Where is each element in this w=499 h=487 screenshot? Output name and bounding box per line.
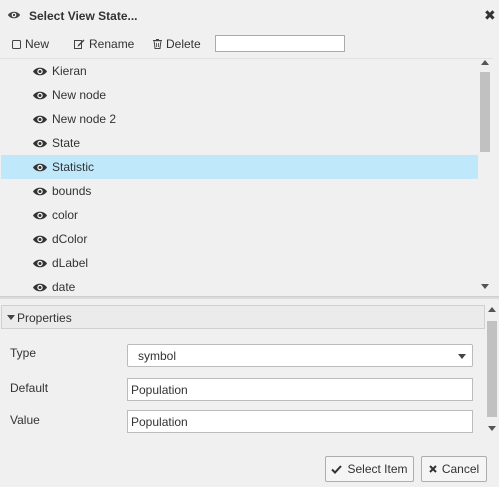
type-label: Type — [10, 346, 37, 360]
eye-icon — [33, 91, 47, 100]
search-input[interactable] — [220, 36, 366, 51]
list-item[interactable]: Statistic — [1, 155, 478, 179]
dialog-title: Select View State... — [29, 9, 138, 23]
eye-icon — [33, 67, 47, 76]
delete-button[interactable]: Delete — [153, 37, 201, 51]
caret-down-icon — [7, 315, 15, 320]
search-field[interactable] — [215, 35, 366, 52]
eye-icon — [33, 235, 47, 244]
value-label: Value — [10, 413, 40, 427]
list-item[interactable]: Kieran — [1, 59, 478, 83]
eye-icon — [33, 211, 47, 220]
list-scrollbar[interactable] — [479, 58, 493, 294]
dialog-titlebar: Select View State... ✖ — [0, 0, 499, 32]
cancel-button[interactable]: Cancel — [421, 456, 487, 482]
default-input[interactable] — [127, 378, 473, 401]
list-item[interactable]: New node 2 — [1, 107, 478, 131]
eye-icon — [33, 187, 47, 196]
list-item[interactable]: date — [1, 275, 478, 294]
type-select[interactable]: symbol — [127, 344, 473, 367]
close-icon[interactable]: ✖ — [484, 7, 496, 23]
cancel-label: Cancel — [441, 462, 480, 476]
trash-icon — [153, 39, 162, 49]
value-input[interactable] — [127, 410, 473, 433]
select-item-label: Select Item — [347, 462, 408, 476]
check-icon — [331, 464, 343, 474]
eye-icon — [7, 11, 21, 19]
pane-splitter[interactable] — [0, 296, 499, 299]
square-icon — [12, 39, 21, 49]
view-state-list: Kieran New node New node 2 State Statistic bo… — [0, 58, 493, 294]
properties-header[interactable]: Properties — [1, 305, 485, 329]
list-item-label: date — [52, 280, 76, 294]
list-item[interactable]: bounds — [1, 179, 478, 203]
list-item-label: State — [52, 136, 81, 150]
list-item-label: dColor — [52, 232, 88, 246]
scroll-down-arrow-icon[interactable] — [481, 284, 489, 289]
eye-icon — [33, 139, 47, 148]
new-button[interactable]: New — [12, 37, 49, 51]
scroll-down-arrow-icon[interactable] — [488, 426, 496, 431]
list-item[interactable]: State — [1, 131, 478, 155]
list-item[interactable]: dLabel — [1, 251, 478, 275]
list-item[interactable]: dColor — [1, 227, 478, 251]
scroll-thumb[interactable] — [480, 72, 490, 152]
scroll-up-arrow-icon[interactable] — [488, 307, 496, 312]
list-item[interactable]: New node — [1, 83, 478, 107]
rename-label: Rename — [89, 37, 135, 51]
rename-button[interactable]: Rename — [74, 37, 134, 51]
list-item-label: New node 2 — [52, 112, 117, 126]
list-item[interactable]: color — [1, 203, 478, 227]
scroll-up-arrow-icon[interactable] — [481, 60, 489, 65]
properties-title: Properties — [17, 311, 72, 325]
new-label: New — [25, 37, 50, 51]
scroll-thumb[interactable] — [487, 321, 497, 417]
default-label: Default — [10, 381, 49, 395]
list-item-label: Statistic — [52, 160, 95, 174]
eye-icon — [33, 259, 47, 268]
list-item-label: Kieran — [52, 64, 87, 78]
list-item-label: dLabel — [52, 256, 89, 270]
list-item-label: bounds — [52, 184, 92, 198]
type-selected-value: symbol — [138, 349, 177, 363]
x-icon — [429, 465, 437, 473]
list-item-label: New node — [52, 88, 107, 102]
list-item-label: color — [52, 208, 79, 222]
eye-icon — [33, 115, 47, 124]
dropdown-caret-icon — [458, 354, 466, 359]
edit-icon — [74, 39, 85, 49]
properties-scrollbar[interactable] — [486, 305, 498, 435]
select-item-button[interactable]: Select Item — [325, 456, 414, 482]
delete-label: Delete — [166, 37, 201, 51]
eye-icon — [33, 163, 47, 172]
eye-icon — [33, 283, 47, 292]
